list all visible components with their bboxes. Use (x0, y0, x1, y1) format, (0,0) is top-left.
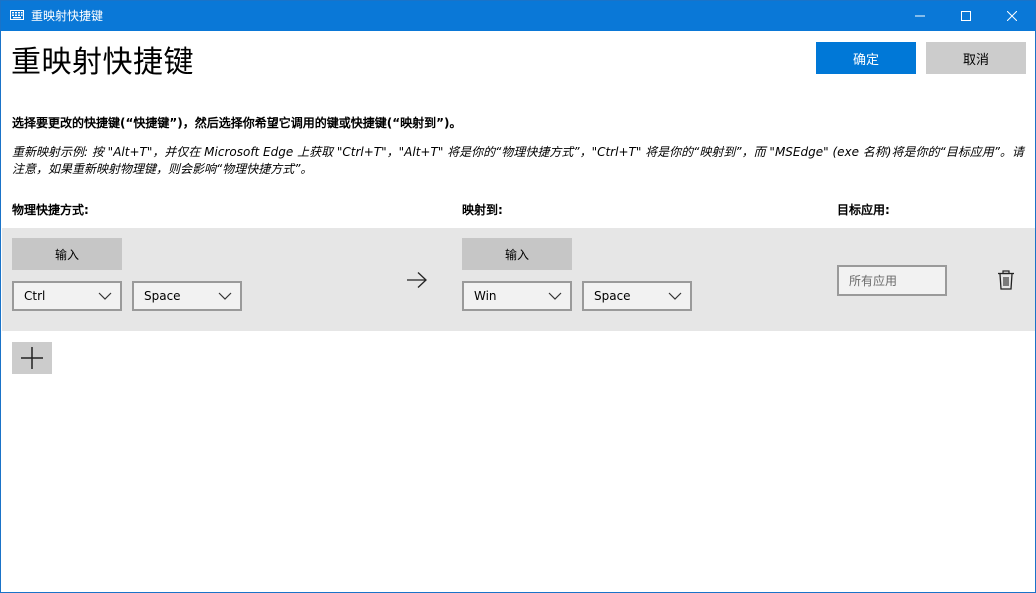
chevron-down-icon (548, 292, 562, 300)
close-icon (1007, 11, 1017, 21)
plus-icon (21, 347, 43, 369)
dropdown-value: Space (144, 289, 181, 303)
physical-key-dropdown-2[interactable]: Space (132, 281, 242, 311)
title-bar: 重映射快捷键 (1, 1, 1035, 31)
shortcut-row: 输入 Ctrl Space 输入 Win Space (2, 228, 1035, 331)
page-title: 重映射快捷键 (11, 45, 194, 80)
example-text: 重新映射示例: 按 "Alt+T"，并仅在 Microsoft Edge 上获取… (12, 145, 1024, 176)
chevron-down-icon (218, 292, 232, 300)
target-app-header: 目标应用: (837, 203, 890, 217)
target-app-input[interactable] (837, 265, 947, 296)
ok-button[interactable]: 确定 (816, 42, 916, 74)
add-shortcut-button[interactable] (12, 342, 52, 374)
mapped-type-button[interactable]: 输入 (462, 238, 572, 270)
cancel-button[interactable]: 取消 (926, 42, 1026, 74)
window-title: 重映射快捷键 (31, 9, 104, 23)
dropdown-value: Space (594, 289, 631, 303)
maximize-icon (961, 11, 971, 21)
minimize-icon (915, 15, 925, 17)
dropdown-value: Ctrl (24, 289, 46, 303)
arrow-right-icon (407, 272, 427, 288)
physical-shortcut-header: 物理快捷方式: (12, 203, 89, 217)
keyboard-icon (10, 10, 24, 20)
close-button[interactable] (989, 1, 1035, 31)
chevron-down-icon (98, 292, 112, 300)
mapped-key-dropdown-2[interactable]: Space (582, 281, 692, 311)
physical-key-dropdown-1[interactable]: Ctrl (12, 281, 122, 311)
mapped-key-dropdown-1[interactable]: Win (462, 281, 572, 311)
instruction-text: 选择要更改的快捷键(“快捷键”)，然后选择你希望它调用的键或快捷键(“映射到”)… (12, 116, 462, 130)
physical-type-button[interactable]: 输入 (12, 238, 122, 270)
maximize-button[interactable] (943, 1, 989, 31)
mapped-to-header: 映射到: (462, 203, 503, 217)
dropdown-value: Win (474, 289, 497, 303)
chevron-down-icon (668, 292, 682, 300)
remap-shortcuts-window: 重映射快捷键 重映射快捷键 确定 取消 选择要更改的快捷键(“快捷键”)，然后选… (0, 0, 1036, 593)
trash-icon[interactable] (997, 270, 1015, 290)
minimize-button[interactable] (897, 1, 943, 31)
